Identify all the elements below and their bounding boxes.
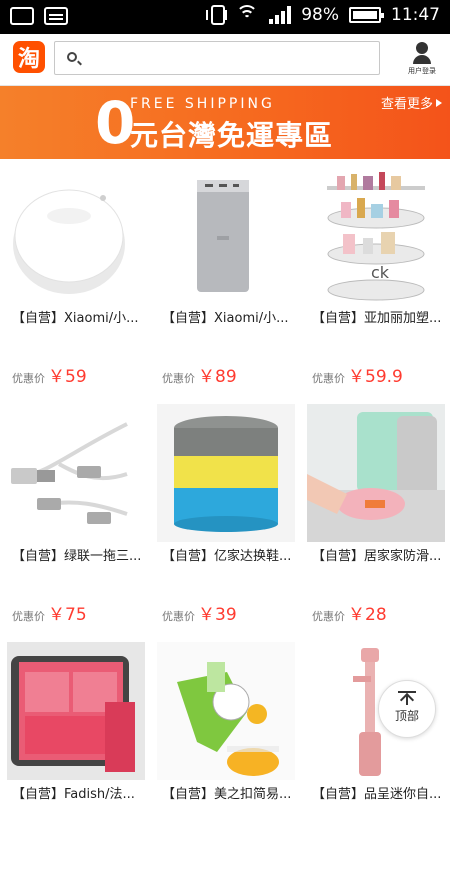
price-value: ￥39 [198,605,237,625]
user-login-label: 用户登录 [408,67,436,75]
product-image[interactable] [7,166,145,304]
search-icon [67,52,77,62]
clock: 11:47 [391,5,440,25]
price-label: 优惠价 [162,610,195,623]
product-title[interactable]: 【自营】居家家防滑... [312,545,446,564]
product-image[interactable]: ck [307,166,445,304]
user-login-button[interactable]: 用户登录 [400,42,444,76]
price-value: ￥89 [198,367,237,387]
search-box[interactable] [54,41,380,75]
product-card[interactable]: ck 【自营】亚加丽加塑... 优惠价 ￥59.9 [300,159,450,397]
product-title[interactable]: 【自营】亚加丽加塑... [312,307,446,326]
notification-icon [10,7,34,25]
price-label: 优惠价 [12,610,45,623]
price-value: ￥59.9 [348,367,403,387]
price-label: 优惠价 [12,372,45,385]
product-title[interactable]: 【自营】Fadish/法... [12,783,146,802]
product-image[interactable] [307,404,445,542]
product-image[interactable] [7,642,145,780]
product-title[interactable]: 【自营】品呈迷你自... [312,783,446,802]
product-title[interactable]: 【自营】Xiaomi/小... [12,307,146,326]
banner-title: 元台灣免運專區 [130,119,334,152]
product-card[interactable]: 【自营】Xiaomi/小... 优惠价 ￥89 [150,159,300,397]
product-grid: 【自营】Xiaomi/小... 优惠价 ￥59 【自营】Xiaomi/小... 优惠价 ￥… [0,159,450,873]
view-more-label: 查看更多 [380,97,433,112]
product-price: 优惠价 ￥59 [12,362,87,387]
product-card[interactable]: 【自营】绿联一拖三... 优惠价 ￥75 [0,397,150,635]
arrow-right-icon [436,98,442,107]
top-bar: 淘 用户登录 [0,34,450,86]
product-image[interactable] [7,404,145,542]
product-card[interactable]: 【自营】亿家达换鞋... 优惠价 ￥39 [150,397,300,635]
product-image[interactable] [157,166,295,304]
product-card[interactable]: 【自营】美之扣简易... [150,635,300,873]
banner-subtitle: FREE SHIPPING [130,96,275,112]
product-title[interactable]: 【自营】亿家达换鞋... [162,545,296,564]
back-to-top-button[interactable]: 顶部 [378,680,436,738]
price-label: 优惠价 [312,372,345,385]
product-image[interactable] [157,404,295,542]
product-price: 优惠价 ￥75 [12,600,87,625]
product-card[interactable]: 【自营】居家家防滑... 优惠价 ￥28 [300,397,450,635]
product-price: 优惠价 ￥28 [312,600,387,625]
price-value: ￥28 [348,605,387,625]
product-card[interactable]: 【自营】品呈迷你自... [300,635,450,873]
price-label: 优惠价 [312,610,345,623]
signal-icon [269,6,292,24]
svg-text:ck: ck [371,263,390,282]
price-value: ￥59 [48,367,87,387]
back-to-top-label: 顶部 [394,709,419,723]
status-bar: 98% 11:47 [0,0,450,34]
product-title[interactable]: 【自营】Xiaomi/小... [162,307,296,326]
product-price: 优惠价 ￥39 [162,600,237,625]
product-title[interactable]: 【自营】美之扣简易... [162,783,296,802]
product-card[interactable]: 【自营】Fadish/法... [0,635,150,873]
product-card[interactable]: 【自营】Xiaomi/小... 优惠价 ￥59 [0,159,150,397]
battery-percent: 98% [301,5,339,25]
product-title[interactable]: 【自营】绿联一拖三... [12,545,146,564]
search-input[interactable] [85,42,375,74]
image-notification-icon [44,7,68,25]
arrow-up-icon [399,692,415,708]
vibrate-icon [206,5,228,25]
price-label: 优惠价 [162,372,195,385]
taobao-logo[interactable]: 淘 [13,41,45,73]
view-more-link[interactable]: 查看更多 [381,93,442,112]
price-value: ￥75 [48,605,87,625]
user-icon [416,42,428,54]
wifi-icon [235,5,259,25]
battery-icon [349,7,384,23]
product-price: 优惠价 ￥89 [162,362,237,387]
product-image[interactable] [157,642,295,780]
product-price: 优惠价 ￥59.9 [312,362,403,387]
free-shipping-banner[interactable]: 0 FREE SHIPPING 元台灣免運專區 查看更多 [0,86,450,159]
